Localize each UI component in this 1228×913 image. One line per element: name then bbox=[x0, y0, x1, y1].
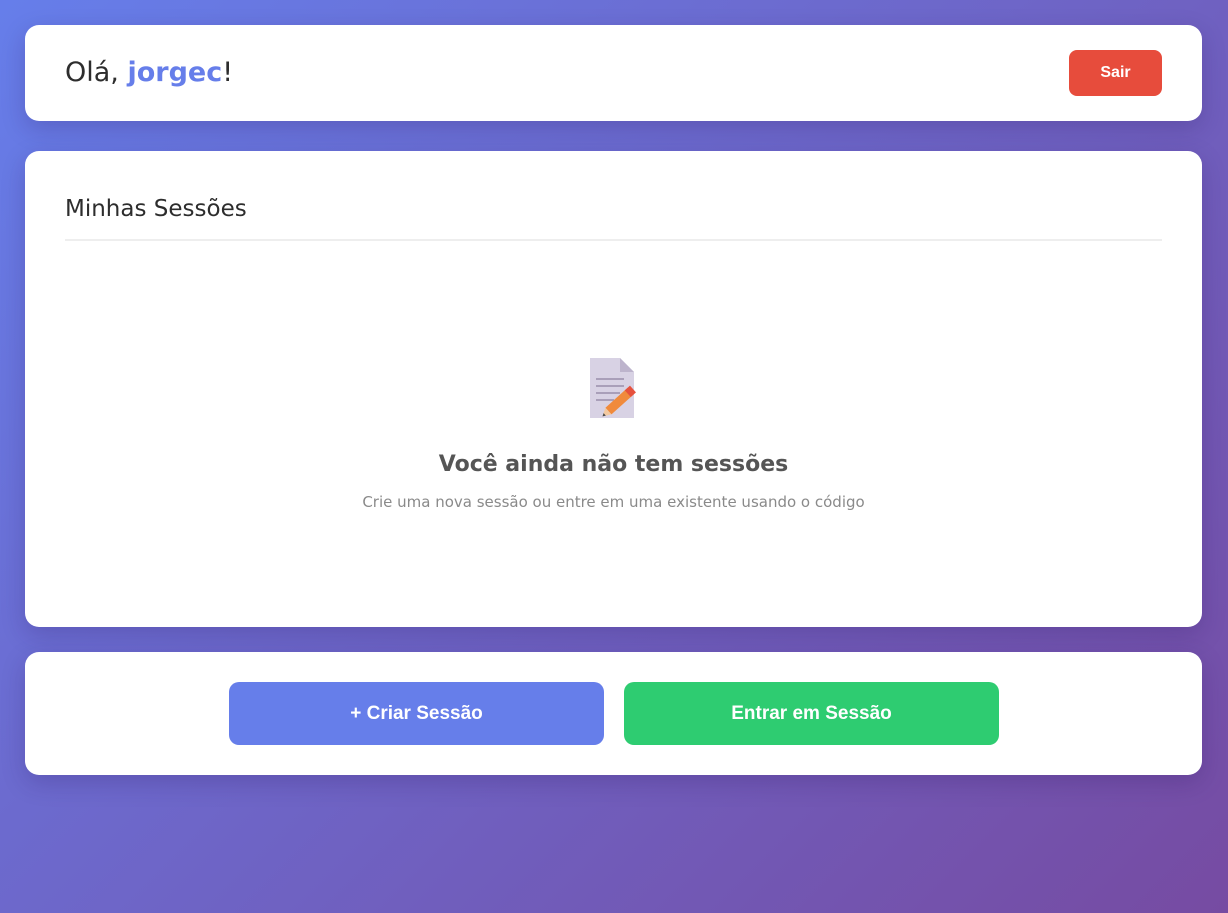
join-session-button[interactable]: Entrar em Sessão bbox=[624, 682, 999, 745]
divider bbox=[65, 239, 1162, 241]
greeting: Olá, jorgec! bbox=[65, 57, 233, 89]
username: jorgec bbox=[127, 57, 223, 88]
empty-state: Você ainda não tem sessões Crie uma nova… bbox=[25, 356, 1202, 512]
logout-button[interactable]: Sair bbox=[1069, 50, 1162, 96]
sessions-card: Minhas Sessões Você ainda não tem sessõe… bbox=[25, 151, 1202, 627]
create-session-button[interactable]: + Criar Sessão bbox=[229, 682, 604, 745]
sessions-title: Minhas Sessões bbox=[65, 196, 247, 222]
header-card: Olá, jorgec! Sair bbox=[25, 25, 1202, 121]
actions-card: + Criar Sessão Entrar em Sessão bbox=[25, 652, 1202, 775]
greeting-prefix: Olá, bbox=[65, 57, 128, 88]
empty-state-title: Você ainda não tem sessões bbox=[438, 452, 789, 477]
greeting-suffix: ! bbox=[222, 57, 234, 88]
memo-icon bbox=[589, 358, 636, 418]
empty-state-subtitle: Crie uma nova sessão ou entre em uma exi… bbox=[362, 493, 865, 511]
